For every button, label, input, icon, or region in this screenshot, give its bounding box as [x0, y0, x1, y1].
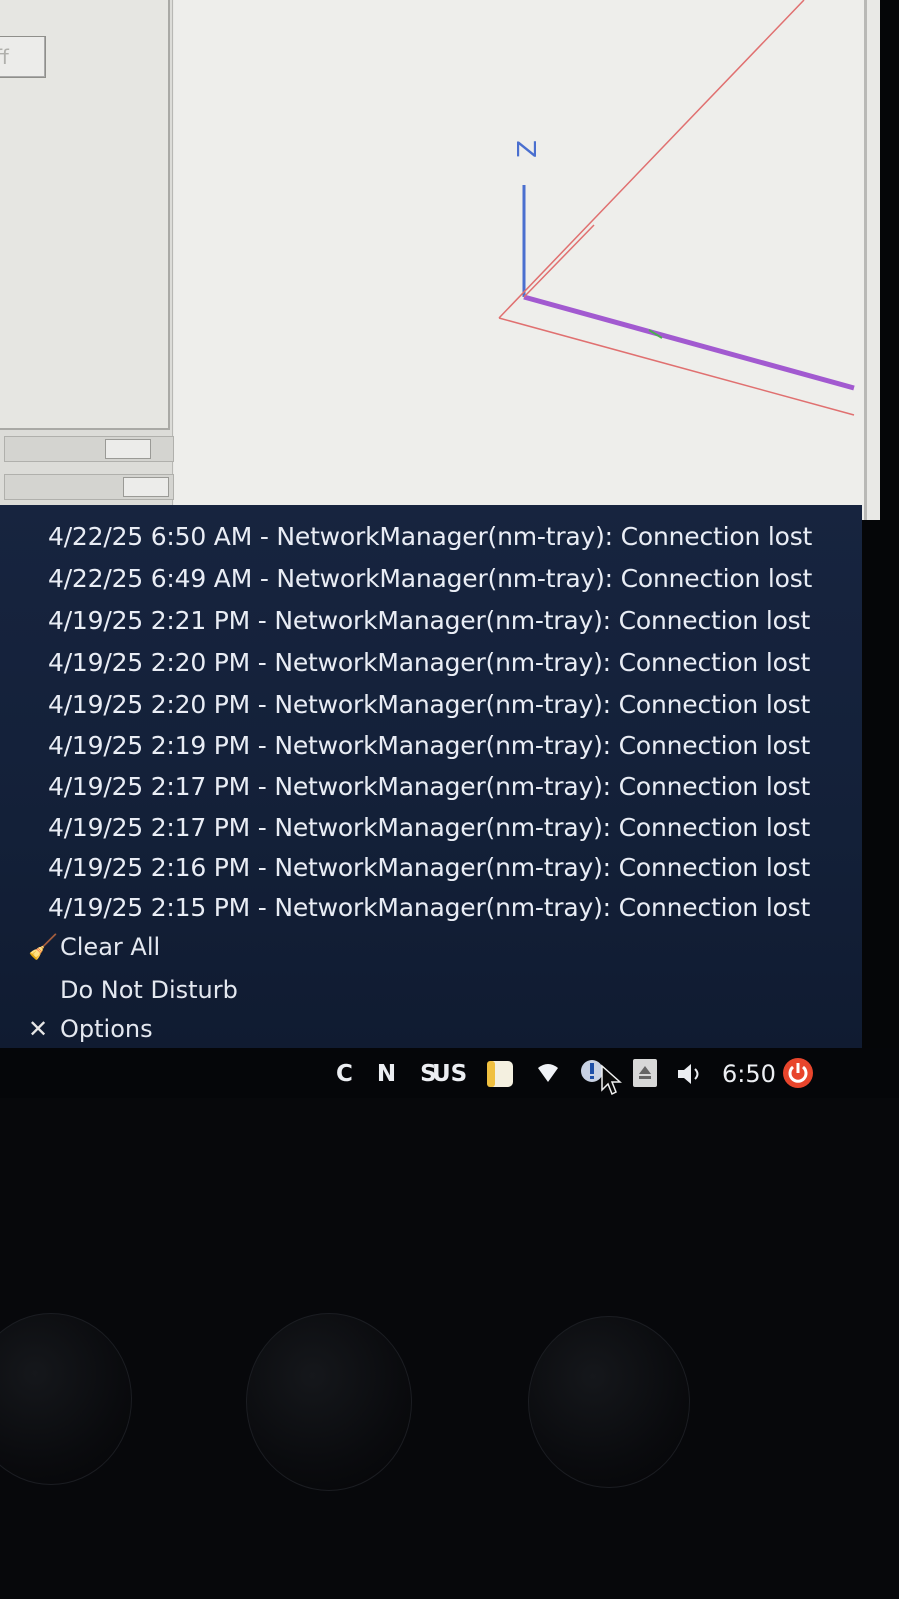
notification-item[interactable]: 4/19/25 2:21 PM - NetworkManager(nm-tray… — [48, 601, 810, 641]
volume-icon[interactable] — [676, 1062, 706, 1086]
axes-drawing — [498, 0, 855, 416]
tools-icon: ✕ — [28, 1015, 49, 1043]
notification-item[interactable]: 4/19/25 2:17 PM - NetworkManager(nm-tray… — [48, 808, 810, 848]
notification-item[interactable]: 4/19/25 2:20 PM - NetworkManager(nm-tray… — [48, 685, 810, 725]
notification-item[interactable]: 4/22/25 6:50 AM - NetworkManager(nm-tray… — [48, 517, 812, 557]
notification-item[interactable]: 4/22/25 6:49 AM - NetworkManager(nm-tray… — [48, 559, 812, 599]
object-list[interactable]: ff — [0, 0, 170, 430]
do-not-disturb-toggle[interactable]: Do Not Disturb — [60, 970, 238, 1010]
notification-item[interactable]: 4/19/25 2:16 PM - NetworkManager(nm-tray… — [48, 848, 810, 888]
taskbar: C N S US 6:50 — [0, 1048, 899, 1098]
clear-all-button[interactable]: 🧹Clear All — [28, 927, 160, 967]
clear-all-label: Clear All — [60, 933, 161, 961]
bezel-button — [528, 1316, 690, 1488]
clock[interactable]: 6:50 — [722, 1056, 776, 1092]
notification-item[interactable]: 4/19/25 2:19 PM - NetworkManager(nm-tray… — [48, 726, 810, 766]
horizontal-scrollbar-1[interactable] — [4, 436, 174, 462]
off-button-label: ff — [0, 45, 9, 69]
notification-item[interactable]: 4/19/25 2:17 PM - NetworkManager(nm-tray… — [48, 767, 810, 807]
x-axis-line — [523, 294, 855, 391]
keyboard-lock-indicator[interactable]: C N S — [336, 1056, 445, 1092]
notes-icon[interactable] — [484, 1058, 518, 1090]
options-label: Options — [60, 1015, 153, 1043]
mouse-cursor-icon — [601, 1064, 622, 1096]
notification-popup: 4/22/25 6:50 AM - NetworkManager(nm-tray… — [0, 505, 862, 1048]
power-icon[interactable] — [782, 1057, 814, 1089]
keyboard-layout-indicator[interactable]: US — [432, 1056, 467, 1092]
z-axis-label: Z — [512, 140, 543, 158]
notification-item[interactable]: 4/19/25 2:20 PM - NetworkManager(nm-tray… — [48, 643, 810, 683]
cad-application-window: ff Z — [0, 0, 880, 520]
y-axis-line — [523, 224, 595, 298]
guide-line-diagonal — [498, 0, 805, 319]
left-panel: ff — [0, 0, 174, 520]
bezel-button — [246, 1313, 412, 1491]
3d-viewport[interactable]: Z — [174, 0, 867, 520]
off-button[interactable]: ff — [0, 36, 46, 78]
scrollbar-thumb[interactable] — [123, 477, 169, 497]
monitor-bezel — [0, 1098, 899, 1599]
options-button[interactable]: ✕ Options — [28, 1009, 153, 1049]
do-not-disturb-label: Do Not Disturb — [60, 976, 238, 1004]
horizontal-scrollbar-2[interactable] — [4, 474, 174, 500]
wifi-icon[interactable] — [536, 1062, 560, 1084]
notification-item[interactable]: 4/19/25 2:15 PM - NetworkManager(nm-tray… — [48, 888, 810, 928]
bezel-button — [0, 1313, 132, 1485]
scrollbar-thumb[interactable] — [105, 439, 151, 459]
eject-icon[interactable] — [632, 1058, 658, 1088]
broom-icon: 🧹 — [28, 933, 58, 961]
guide-line-bottom — [498, 317, 855, 416]
